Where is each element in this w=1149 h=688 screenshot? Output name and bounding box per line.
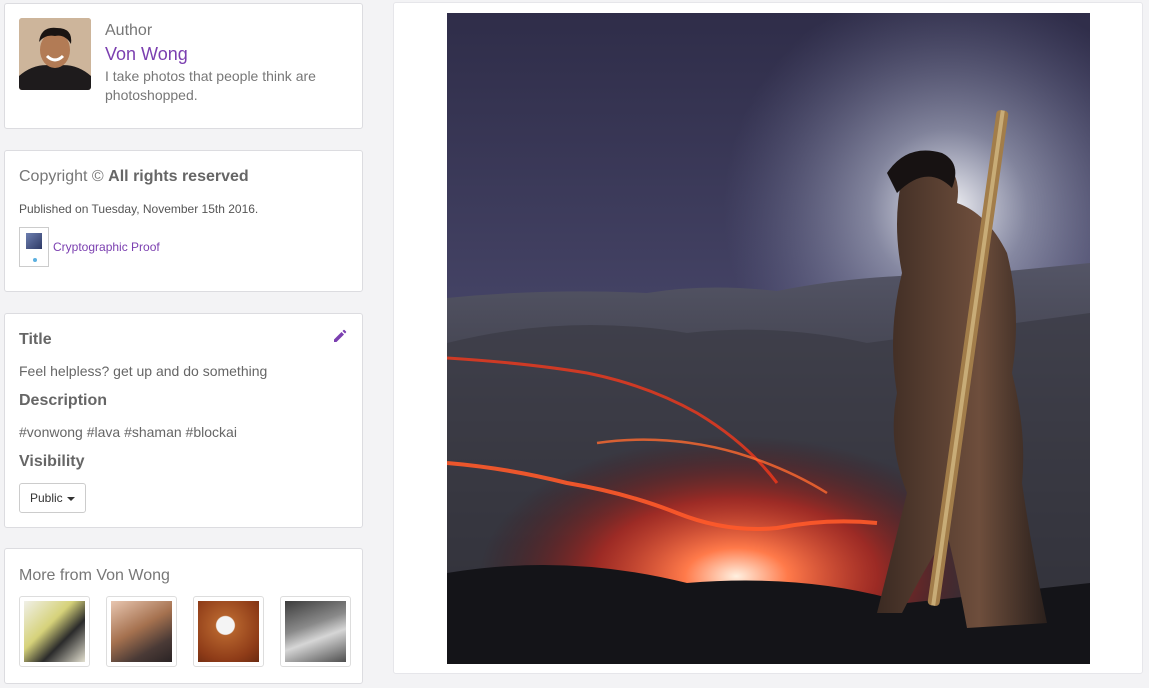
title-value: Feel helpless? get up and do something <box>19 363 268 379</box>
copyright-line: Copyright © All rights reserved <box>19 168 249 186</box>
author-avatar[interactable] <box>19 18 91 90</box>
description-value: #vonwong #lava #shaman #blockai <box>19 424 237 440</box>
author-card: Author Von Wong I take photos that peopl… <box>4 3 363 129</box>
title-heading: Title <box>19 331 52 348</box>
more-thumbnails <box>19 596 351 667</box>
thumbnail-portrait[interactable] <box>106 596 177 667</box>
meta-card: Title Feel helpless? get up and do somet… <box>4 313 363 528</box>
copyright-card: Copyright © All rights reserved Publishe… <box>4 150 363 292</box>
visibility-heading: Visibility <box>19 453 85 470</box>
published-date: Published on Tuesday, November 15th 2016… <box>19 202 259 216</box>
thumbnail-headphones[interactable] <box>193 596 264 667</box>
description-heading: Description <box>19 392 108 409</box>
main-image-panel <box>393 2 1143 674</box>
caret-down-icon <box>66 496 75 501</box>
more-from-title: More from Von Wong <box>19 567 170 584</box>
proof-document-icon[interactable] <box>19 227 49 267</box>
thumbnail-polaroid[interactable] <box>19 596 90 667</box>
visibility-value: Public <box>30 491 63 505</box>
pencil-icon[interactable] <box>332 328 348 344</box>
artwork-image[interactable] <box>447 13 1090 664</box>
author-bio: I take photos that people think are phot… <box>105 68 316 103</box>
author-label: Author <box>105 22 153 39</box>
copyright-prefix: Copyright © <box>19 168 104 185</box>
thumbnail-laptop[interactable] <box>280 596 351 667</box>
copyright-rights: All rights reserved <box>108 168 249 185</box>
more-from-card: More from Von Wong <box>4 548 363 684</box>
cryptographic-proof-link[interactable]: Cryptographic Proof <box>53 240 160 254</box>
author-name-link[interactable]: Von Wong <box>105 44 188 65</box>
visibility-dropdown[interactable]: Public <box>19 483 86 513</box>
